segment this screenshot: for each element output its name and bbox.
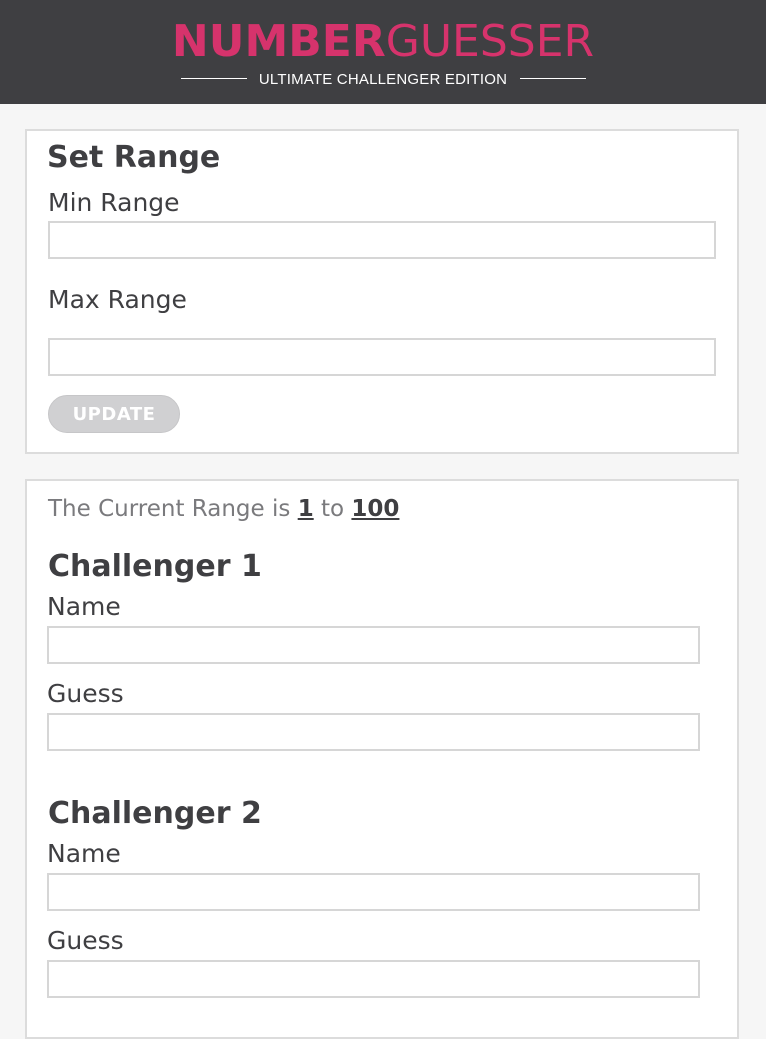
logo-word-number: NUMBER: [171, 16, 386, 67]
min-range-input[interactable]: [48, 221, 716, 259]
challenger-2-guess-label: Guess: [47, 926, 124, 955]
current-range-max: 100: [351, 496, 400, 522]
challenger-1-guess-label: Guess: [47, 679, 124, 708]
tagline-row: ULTIMATE CHALLENGER EDITION: [0, 71, 766, 91]
set-range-title: Set Range: [47, 140, 221, 175]
logo-word-guesser: GUESSER: [385, 16, 595, 67]
app-header: NUMBERGUESSER ULTIMATE CHALLENGER EDITIO…: [0, 0, 766, 104]
challenger-1-name-input[interactable]: [47, 626, 700, 664]
current-range-prefix: The Current Range is: [48, 496, 291, 522]
current-range-connector: to: [321, 496, 345, 522]
challenger-2-title: Challenger 2: [48, 796, 262, 831]
current-range-min: 1: [297, 496, 314, 522]
max-range-input[interactable]: [48, 338, 716, 376]
max-range-label: Max Range: [48, 285, 187, 314]
challenger-2-guess-input[interactable]: [47, 960, 700, 998]
challenger-1-title: Challenger 1: [48, 549, 262, 584]
challenger-1-name-label: Name: [47, 592, 121, 621]
challenger-2-name-input[interactable]: [47, 873, 700, 911]
update-button[interactable]: UPDATE: [48, 395, 180, 433]
challenger-1-guess-input[interactable]: [47, 713, 700, 751]
min-range-label: Min Range: [48, 188, 180, 217]
tagline: ULTIMATE CHALLENGER EDITION: [258, 71, 508, 88]
tagline-divider-right: [520, 78, 586, 79]
app-logo: NUMBERGUESSER: [0, 16, 766, 68]
current-range-text: The Current Range is 1 to 100: [48, 494, 399, 524]
challenger-2-name-label: Name: [47, 839, 121, 868]
